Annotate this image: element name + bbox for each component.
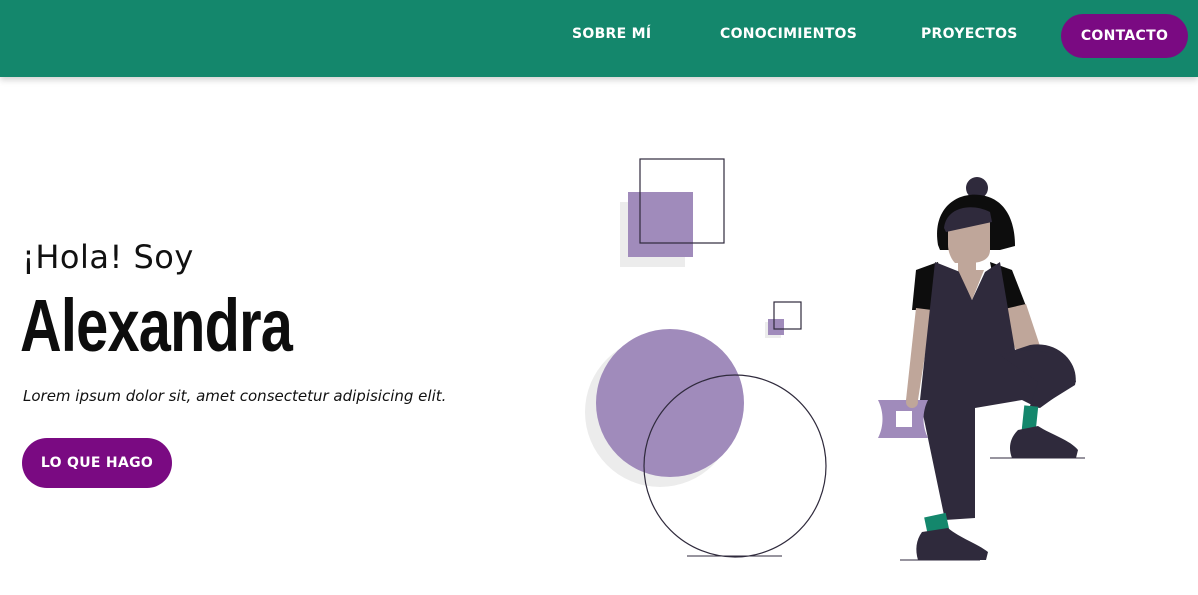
purse-icon xyxy=(878,400,928,438)
hero-name: Alexandra xyxy=(20,284,293,367)
decorative-squares-small xyxy=(765,301,802,338)
decorative-circles xyxy=(585,329,827,558)
nav-link-conocimientos[interactable]: CONOCIMIENTOS xyxy=(720,26,857,42)
woman-figure xyxy=(878,177,1085,561)
contact-button[interactable]: CONTACTO xyxy=(1061,14,1188,58)
decorative-squares-large xyxy=(620,158,725,267)
nav-link-proyectos[interactable]: PROYECTOS xyxy=(921,26,1018,42)
nav-link-sobre-mi[interactable]: SOBRE MÍ xyxy=(572,26,651,42)
top-navbar: SOBRE MÍ CONOCIMIENTOS PROYECTOS CONTACT… xyxy=(0,0,1198,77)
hero-illustration xyxy=(585,158,1085,561)
hero-greeting: ¡Hola! Soy xyxy=(22,238,194,276)
what-i-do-button[interactable]: LO QUE HAGO xyxy=(22,438,172,488)
hero-tagline: Lorem ipsum dolor sit, amet consectetur … xyxy=(23,387,447,405)
